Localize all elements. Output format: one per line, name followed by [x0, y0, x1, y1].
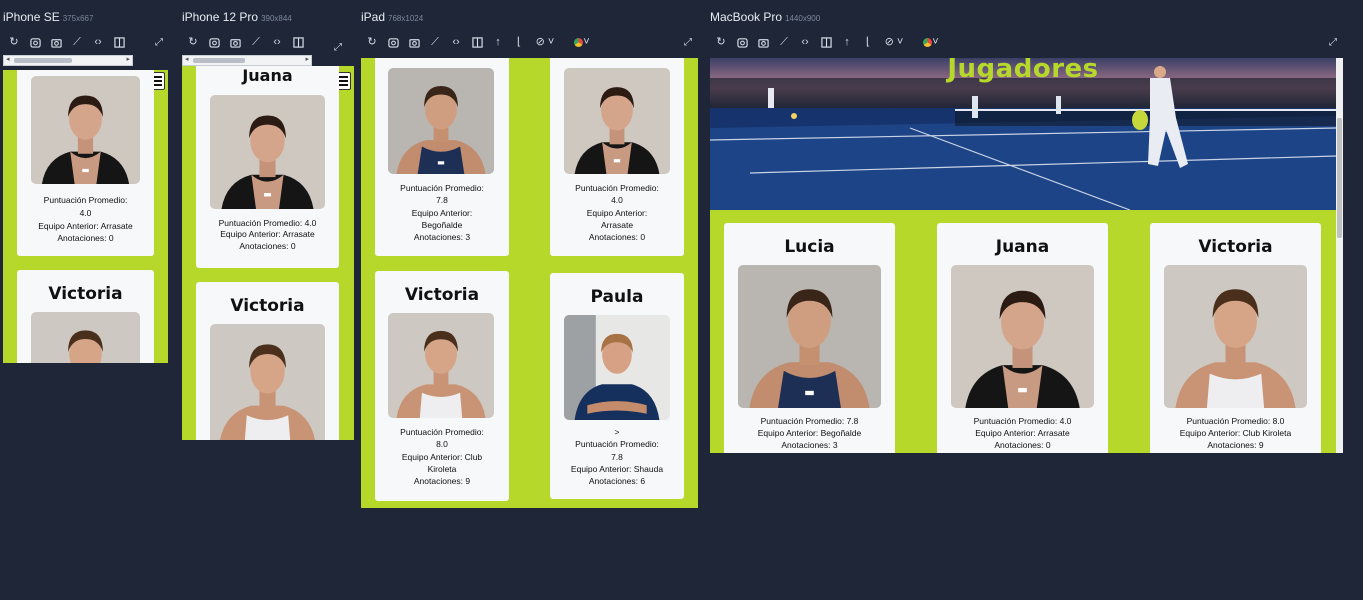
player-photo: [564, 315, 670, 420]
device-title: iPhone 12 Pro 390x844: [182, 10, 292, 24]
player-name: Victoria: [1198, 237, 1273, 257]
player-photo: [388, 313, 494, 418]
fullscreen-icon[interactable]: ⤢: [331, 40, 345, 54]
player-photo: [1164, 265, 1307, 408]
player-info: Puntuación Promedio: 4.0 Equipo Anterior…: [575, 183, 659, 243]
frame-icon[interactable]: ⌊: [861, 35, 875, 49]
player-name: Victoria: [404, 285, 480, 305]
layout-icon[interactable]: [291, 35, 305, 49]
player-photo: [388, 68, 494, 174]
player-info: Puntuación Promedio: 4.0 Equipo Anterior…: [38, 195, 133, 244]
horizontal-scrollbar[interactable]: ◂ ▸: [3, 55, 133, 66]
ruler-icon[interactable]: ⟋: [249, 35, 263, 49]
layout-icon[interactable]: [470, 35, 484, 49]
fullscreen-icon[interactable]: ⤢: [1326, 35, 1340, 49]
device-title: iPad 768x1024: [361, 10, 424, 24]
player-card-victoria: Victoria Puntuación Promedio: 8.0 Equipo…: [1150, 223, 1321, 453]
vertical-scrollbar[interactable]: [1336, 58, 1343, 453]
screenshot-icon[interactable]: [207, 35, 221, 49]
camera-icon[interactable]: [49, 35, 63, 49]
player-card-victoria: Victoria: [17, 270, 154, 363]
device-toolbar: ↻ ⟋ ‹› ↑ ⌊ ⊘ ˅ ˅: [714, 34, 943, 50]
player-photo: [951, 265, 1094, 408]
theme-icon[interactable]: ˅: [919, 35, 943, 49]
player-info: Puntuación Promedio: 4.0 Equipo Anterior…: [973, 416, 1072, 450]
player-info: > Puntuación Promedio: 7.8 Equipo Anteri…: [570, 427, 664, 487]
refresh-icon[interactable]: ↻: [7, 35, 21, 49]
hide-icon[interactable]: ⊘ ˅: [882, 35, 906, 49]
player-card-paula: Paula > Puntuación Promedio: 7.8 Equipo …: [550, 273, 684, 499]
player-card-victoria: Victoria Puntuación Promedio: 8.0 Equipo…: [375, 271, 509, 501]
player-name: Victoria: [230, 296, 305, 316]
player-card-juana: Puntuación Promedio: 4.0 Equipo Anterior…: [17, 70, 154, 256]
player-info: Puntuación Promedio: 7.8 Equipo Anterior…: [757, 416, 862, 450]
player-photo: [738, 265, 881, 408]
fullscreen-icon[interactable]: ⤢: [152, 35, 166, 49]
screenshot-icon[interactable]: [386, 35, 400, 49]
theme-icon[interactable]: ˅: [570, 35, 594, 49]
player-photo: [564, 68, 670, 174]
fullscreen-icon[interactable]: ⤢: [681, 35, 695, 49]
camera-icon[interactable]: [407, 35, 421, 49]
player-info: Puntuación Promedio: 7.8 Equipo Anterior…: [400, 183, 484, 243]
layout-icon[interactable]: [819, 35, 833, 49]
player-name: Lucia: [784, 237, 835, 257]
player-info: Puntuación Promedio: 4.0 Equipo Anterior…: [218, 218, 317, 251]
frame-icon[interactable]: ⌊: [512, 35, 526, 49]
viewport: Puntuación Promedio: 4.0 Equipo Anterior…: [3, 70, 168, 363]
player-card-juana: Juana Puntuación Promedio: 4.0 Equipo An…: [937, 223, 1108, 453]
device-toolbar: ↻ ⟋ ‹› ↑ ⌊ ⊘ ˅ ˅: [365, 34, 594, 50]
scroll-up-icon[interactable]: ↑: [840, 35, 854, 49]
ruler-icon[interactable]: ⟋: [428, 35, 442, 49]
player-card-lucia: Lucia Puntuación Promedio: 7.8 Equipo An…: [724, 223, 895, 453]
viewport: Juana Puntuación Promedio: 4.0 Equipo An…: [182, 66, 354, 440]
device-toolbar: ↻ ⟋ ‹›: [7, 34, 126, 50]
code-icon[interactable]: ‹›: [270, 35, 284, 49]
camera-icon[interactable]: [756, 35, 770, 49]
screenshot-icon[interactable]: [28, 35, 42, 49]
device-title: MacBook Pro 1440x900: [710, 10, 821, 24]
player-name: Paula: [590, 287, 644, 307]
hero-banner: Jugadores: [710, 58, 1336, 210]
ruler-icon[interactable]: ⟋: [777, 35, 791, 49]
hide-icon[interactable]: ⊘ ˅: [533, 35, 557, 49]
horizontal-scrollbar[interactable]: ◂ ▸: [182, 55, 312, 66]
player-photo: [31, 312, 140, 363]
player-photo: [210, 95, 325, 209]
player-info: Puntuación Promedio: 8.0 Equipo Anterior…: [1179, 416, 1292, 450]
player-card-juana: Juana Puntuación Promedio: 4.0 Equipo An…: [196, 66, 339, 268]
player-info: Puntuación Promedio: 8.0 Equipo Anterior…: [400, 427, 484, 487]
viewport: Jugadores Lucia Puntuación Promedio: 7.8…: [710, 58, 1343, 453]
device-toolbar: ↻ ⟋ ‹›: [186, 34, 305, 50]
ruler-icon[interactable]: ⟋: [70, 35, 84, 49]
player-card-victoria: Victoria: [196, 282, 339, 440]
code-icon[interactable]: ‹›: [449, 35, 463, 49]
camera-icon[interactable]: [228, 35, 242, 49]
page-title: Jugadores: [947, 58, 1099, 84]
player-name: Victoria: [48, 284, 123, 304]
player-name: Juana: [242, 66, 293, 85]
refresh-icon[interactable]: ↻: [186, 35, 200, 49]
player-photo: [31, 76, 140, 184]
layout-icon[interactable]: [112, 35, 126, 49]
player-name: Juana: [995, 237, 1050, 257]
player-photo: [210, 324, 325, 440]
player-card-lucia: Puntuación Promedio: 7.8 Equipo Anterior…: [375, 58, 509, 256]
refresh-icon[interactable]: ↻: [365, 35, 379, 49]
viewport: Puntuación Promedio: 7.8 Equipo Anterior…: [361, 58, 698, 508]
refresh-icon[interactable]: ↻: [714, 35, 728, 49]
device-title: iPhone SE 375x667: [3, 10, 94, 24]
screenshot-icon[interactable]: [735, 35, 749, 49]
code-icon[interactable]: ‹›: [798, 35, 812, 49]
scroll-up-icon[interactable]: ↑: [491, 35, 505, 49]
code-icon[interactable]: ‹›: [91, 35, 105, 49]
player-card-juana: Puntuación Promedio: 4.0 Equipo Anterior…: [550, 58, 684, 256]
